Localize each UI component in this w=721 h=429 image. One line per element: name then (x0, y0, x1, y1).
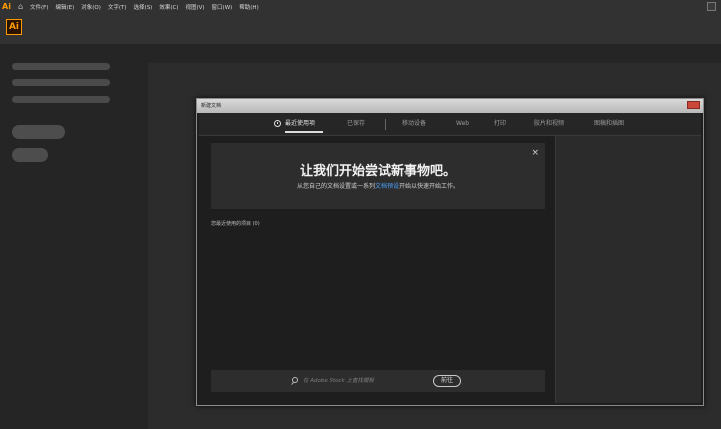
tab-print[interactable]: 打印 (494, 113, 506, 135)
document-presets-link[interactable]: 文档预设 (375, 183, 399, 190)
welcome-sub-text: 从您自己的文档设置或一系列 (296, 183, 375, 190)
menu-bar: Ai ⌂ 文件(F) 编辑(E) 对象(O) 文字(T) 选择(S) 效果(C)… (0, 0, 721, 13)
welcome-title: 让我们开始尝试新事物吧。 (299, 164, 456, 179)
stock-search-input[interactable] (303, 376, 423, 386)
menu-edit[interactable]: 编辑(E) (55, 3, 74, 11)
ai-logo: Ai (6, 19, 22, 35)
welcome-banner: 让我们开始尝试新事物吧。 从您自己的文档设置或一系列文档预设开始以快速开始工作。… (211, 143, 545, 209)
sidebar-placeholder (12, 79, 110, 86)
dialog-title: 新建文档 (197, 99, 703, 113)
tab-film-video[interactable]: 胶片和视频 (534, 113, 564, 135)
tab-art-illustration[interactable]: 图稿和插图 (594, 113, 624, 135)
close-icon[interactable]: × (531, 148, 539, 158)
new-document-dialog: 新建文档 最近使用项 已保存 移动设备 Web 打印 胶片和视频 图稿和插图 让… (196, 98, 704, 406)
menu-select[interactable]: 选择(S) (134, 3, 153, 11)
tab-saved[interactable]: 已保存 (347, 113, 365, 135)
welcome-sub-text-end: 开始以快速开始工作。 (399, 183, 460, 190)
window-controls (707, 0, 716, 13)
recent-items-label: 您最近使用的项目 (0) (211, 221, 260, 227)
app-mark: Ai (2, 2, 11, 11)
go-button[interactable]: 前往 (433, 375, 461, 387)
tab-web[interactable]: Web (456, 113, 469, 135)
preset-details-panel (555, 136, 701, 403)
app-header: Ai (0, 13, 721, 44)
dialog-close-button[interactable] (687, 101, 700, 109)
active-tab-indicator (285, 131, 323, 133)
menu-window[interactable]: 窗口(W) (212, 3, 233, 11)
menu-type[interactable]: 文字(T) (108, 3, 127, 11)
tab-mobile[interactable]: 移动设备 (402, 113, 426, 135)
search-icon (292, 377, 298, 383)
welcome-subtitle: 从您自己的文档设置或一系列文档预设开始以快速开始工作。 (211, 181, 545, 190)
stock-search-bar: 前往 (211, 370, 545, 392)
menu-help[interactable]: 帮助(H) (239, 3, 258, 11)
workspace-switcher-icon[interactable] (707, 2, 716, 11)
home-icon[interactable]: ⌂ (18, 2, 23, 11)
dialog-body: 最近使用项 已保存 移动设备 Web 打印 胶片和视频 图稿和插图 让我们开始尝… (199, 113, 701, 403)
sidebar-placeholder (12, 63, 110, 70)
sidebar-button-placeholder (12, 125, 65, 139)
clock-icon (274, 120, 281, 127)
menu-file[interactable]: 文件(F) (30, 3, 48, 11)
recent-panel: 让我们开始尝试新事物吧。 从您自己的文档设置或一系列文档预设开始以快速开始工作。… (199, 136, 555, 403)
sidebar-placeholder (12, 96, 110, 103)
preset-tabs: 最近使用项 已保存 移动设备 Web 打印 胶片和视频 图稿和插图 (199, 113, 701, 136)
tab-divider (385, 119, 386, 130)
sidebar-button-placeholder (12, 148, 48, 162)
menu-view[interactable]: 视图(V) (185, 3, 204, 11)
menu-object[interactable]: 对象(O) (81, 3, 101, 11)
menu-effect[interactable]: 效果(C) (159, 3, 178, 11)
